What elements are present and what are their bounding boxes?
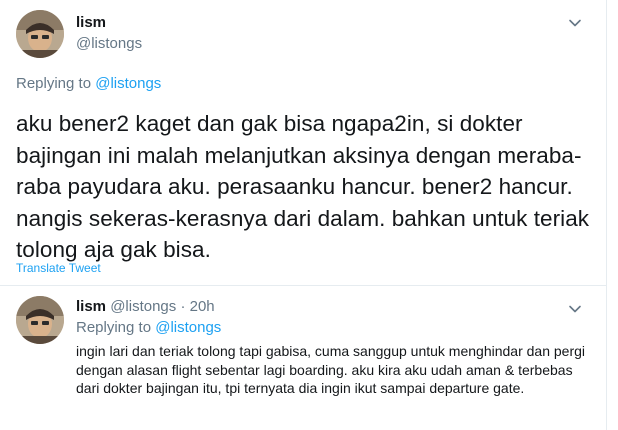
tweet-timestamp[interactable]: 20h xyxy=(190,298,215,315)
user-handle[interactable]: @listongs xyxy=(110,298,176,315)
reply-tweet[interactable]: lism @listongs · 20h Replying to @liston… xyxy=(0,286,607,430)
user-avatar[interactable] xyxy=(16,10,64,58)
chevron-down-icon[interactable] xyxy=(568,302,582,316)
display-name[interactable]: lism xyxy=(76,14,106,31)
tweet-text: aku bener2 kaget dan gak bisa ngapa2in, … xyxy=(16,111,590,262)
replying-to-label: Replying to xyxy=(76,319,152,336)
user-handle[interactable]: @listongs xyxy=(76,35,142,52)
main-tweet: lism @listongs Replying to @listongs aku… xyxy=(0,0,607,285)
reply-header: lism @listongs · 20h xyxy=(76,298,215,315)
avatar-photo-icon xyxy=(16,296,64,344)
replying-to-label: Replying to xyxy=(16,75,92,92)
avatar-photo-icon xyxy=(16,10,64,58)
replying-to-mention[interactable]: @listongs xyxy=(155,319,221,336)
replying-to-mention[interactable]: @listongs xyxy=(95,75,161,92)
user-avatar[interactable] xyxy=(16,296,64,344)
tweet-thread: lism @listongs Replying to @listongs aku… xyxy=(0,0,618,430)
tweet-text: ingin lari dan teriak tolong tapi gabisa… xyxy=(76,343,586,396)
replying-to: Replying to @listongs xyxy=(76,319,221,336)
separator-dot: · xyxy=(180,298,186,315)
replying-to: Replying to @listongs xyxy=(16,75,161,92)
translate-tweet-link[interactable]: Translate Tweet xyxy=(16,261,101,275)
display-name[interactable]: lism xyxy=(76,298,106,315)
chevron-down-icon[interactable] xyxy=(568,16,582,30)
